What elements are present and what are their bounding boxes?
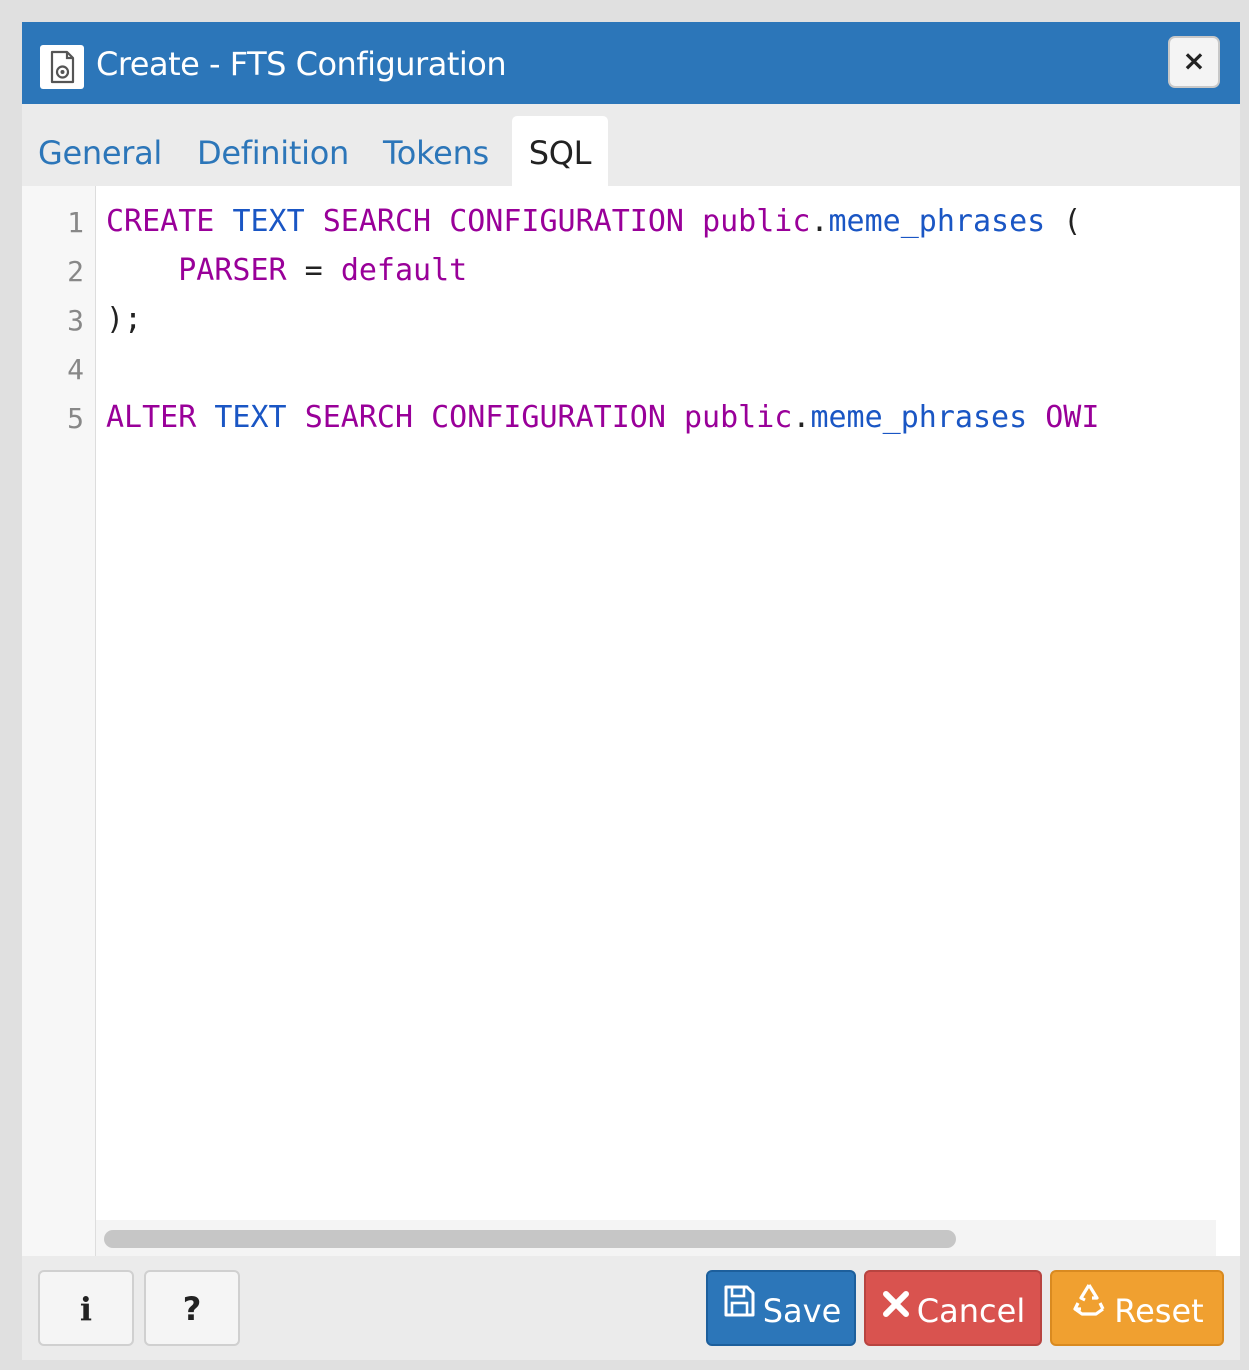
x-icon [881,1271,911,1345]
code-token: meme_phrases [828,204,1046,239]
close-button[interactable]: × [1168,36,1220,88]
save-label: Save [762,1292,842,1330]
floppy-disk-icon [721,1271,757,1345]
code-token: CONFIGURATION [431,400,666,435]
code-token: public [702,204,811,239]
code-token: CREATE [106,204,215,239]
tab-sql[interactable]: SQL [512,116,608,186]
create-fts-configuration-dialog: Create - FTS Configuration × General Def… [22,22,1240,1360]
code-token: . [810,204,829,239]
scrollbar-thumb[interactable] [104,1230,956,1248]
line-number: 5 [67,402,84,435]
code-line: ); [106,302,142,337]
help-icon: ? [182,1290,202,1328]
document-gear-icon [40,45,84,89]
code-token: TEXT [232,204,305,239]
code-token: = [286,253,341,288]
line-number: 4 [67,353,84,386]
tab-tokens[interactable]: Tokens [383,116,489,186]
code-token: meme_phrases [810,400,1028,435]
code-line: PARSER = default [106,253,467,288]
horizontal-scrollbar[interactable] [96,1220,1216,1256]
line-number: 2 [67,255,84,288]
code-token: . [792,400,811,435]
save-button[interactable]: Save [706,1270,856,1346]
code-line: ALTER TEXT SEARCH CONFIGURATION public.m… [106,400,1099,435]
code-token: default [340,253,468,288]
code-line: CREATE TEXT SEARCH CONFIGURATION public.… [106,204,1081,239]
tab-general[interactable]: General [38,116,162,186]
code-token: CONFIGURATION [449,204,684,239]
dialog-titlebar: Create - FTS Configuration × [22,22,1240,104]
tab-definition[interactable]: Definition [197,116,349,186]
dialog-title: Create - FTS Configuration [96,45,507,83]
reset-button[interactable]: Reset [1050,1270,1224,1346]
recycle-icon [1070,1271,1108,1345]
line-number: 1 [67,206,84,239]
tab-bar: General Definition Tokens SQL [22,104,1240,186]
code-token: ALTER [106,400,197,435]
line-number-gutter: 1 2 3 4 5 [22,186,96,1256]
close-icon: × [1182,44,1206,77]
line-number: 3 [67,304,84,337]
code-token: SEARCH [322,204,432,239]
info-icon: i [79,1290,93,1328]
help-button[interactable]: ? [144,1270,240,1346]
info-button[interactable]: i [38,1270,134,1346]
cancel-label: Cancel [916,1292,1026,1330]
code-token: ); [106,302,143,337]
reset-label: Reset [1114,1292,1204,1330]
code-token: PARSER [178,253,287,288]
cancel-button[interactable]: Cancel [864,1270,1042,1346]
code-token: OWI [1045,400,1100,435]
code-token: ( [1045,204,1082,239]
code-token: TEXT [214,400,287,435]
code-token: SEARCH [304,400,414,435]
sql-editor[interactable]: 1 2 3 4 5 CREATE TEXT SEARCH CONFIGURATI… [22,186,1240,1256]
dialog-footer: i ? Save Cancel Reset [22,1256,1240,1360]
code-token: public [684,400,793,435]
